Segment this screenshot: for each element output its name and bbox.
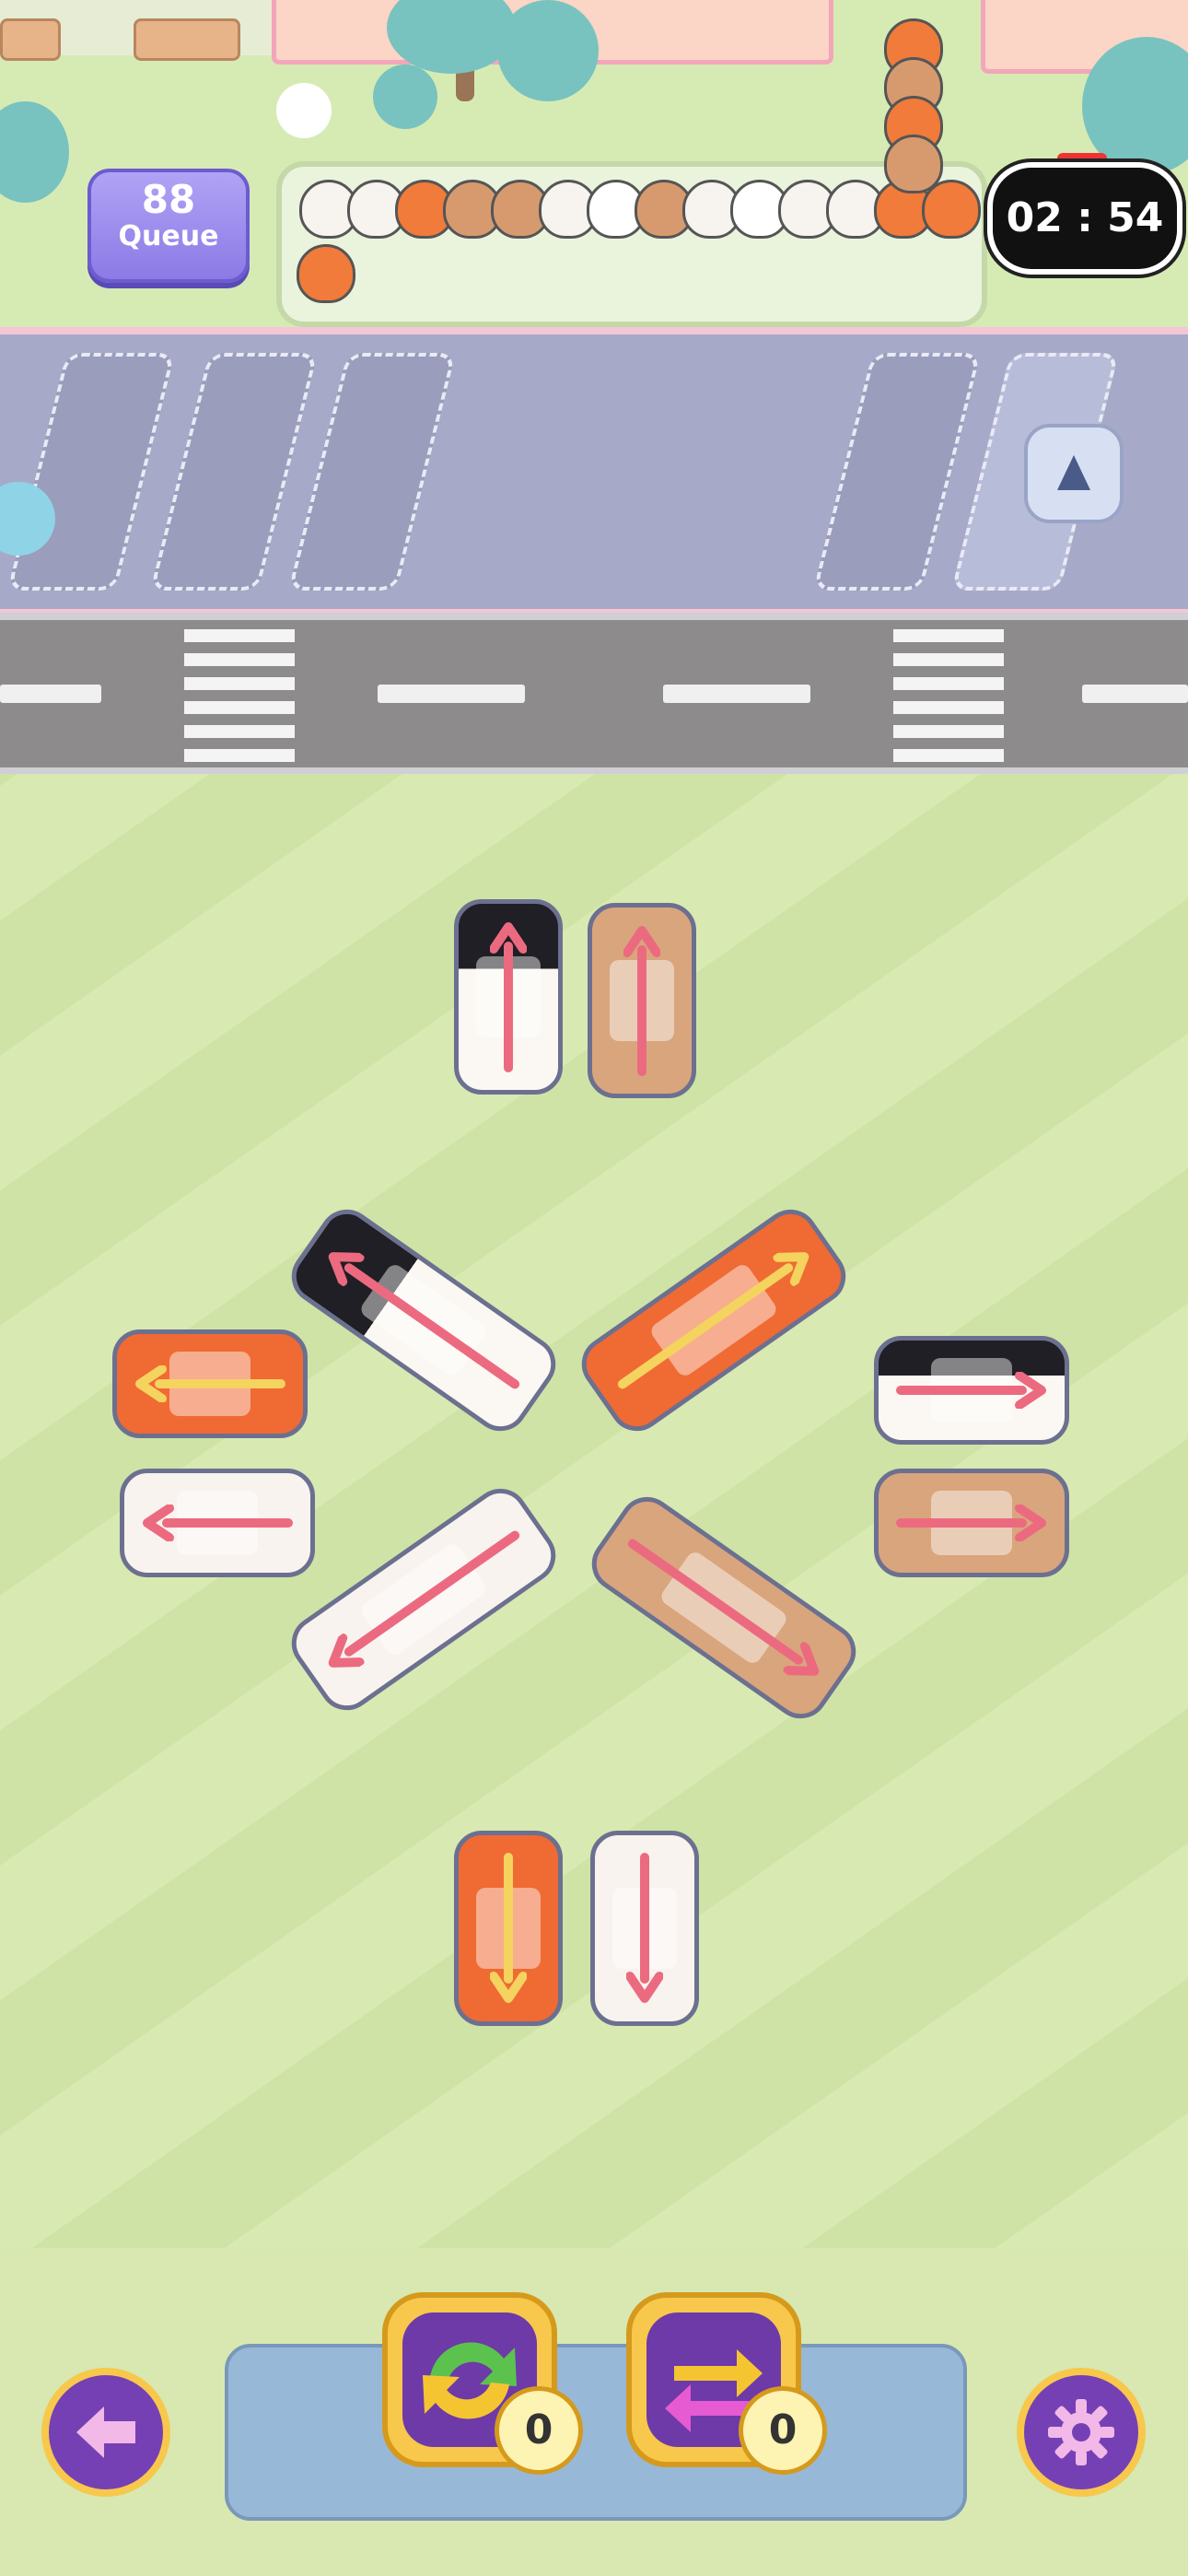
- panda-car[interactable]: [454, 899, 563, 1095]
- parking-slot[interactable]: [6, 353, 176, 591]
- queue-label: Queue: [118, 220, 219, 252]
- settings-button[interactable]: [1017, 2368, 1146, 2497]
- tree: [0, 101, 69, 203]
- bush: [373, 64, 437, 129]
- town-scene: 88 Queue 02 : 54: [0, 0, 1188, 327]
- lane-marking: [663, 685, 810, 703]
- bunny-car[interactable]: [590, 1831, 699, 2026]
- lane-marking: [1082, 685, 1188, 703]
- direction-arrow-icon: [135, 1365, 285, 1402]
- flower-icon: [276, 83, 332, 138]
- shuffle-count-badge: 0: [495, 2386, 583, 2475]
- timer: 02 : 54: [987, 162, 1182, 275]
- road: [0, 613, 1188, 775]
- crosswalk: [893, 629, 1004, 762]
- arrow-left-icon: [76, 2406, 135, 2458]
- bench: [134, 18, 240, 61]
- gear-icon: [1048, 2399, 1114, 2465]
- panda-car[interactable]: [874, 1336, 1069, 1445]
- lane-marking: [0, 685, 101, 703]
- fox-car[interactable]: [454, 1831, 563, 2026]
- bear-car[interactable]: [874, 1469, 1069, 1577]
- booster-bar: [225, 2344, 967, 2521]
- parking-slot[interactable]: [149, 353, 319, 591]
- waiting-animal: [884, 135, 943, 193]
- parking-lot: [0, 327, 1188, 616]
- parking-slot[interactable]: [812, 353, 982, 591]
- lane-marking: [378, 685, 525, 703]
- tree: [497, 0, 599, 101]
- direction-arrow-icon: [896, 1505, 1046, 1541]
- bear-car[interactable]: [588, 903, 696, 1098]
- queue-badge: 88 Queue: [87, 169, 250, 283]
- direction-arrow-icon: [626, 1853, 663, 2003]
- direction-arrow-icon: [896, 1372, 1046, 1409]
- bunny-car[interactable]: [120, 1469, 315, 1577]
- back-button[interactable]: [41, 2368, 170, 2497]
- direction-arrow-icon: [623, 926, 660, 1076]
- queue-count: 88: [141, 177, 196, 222]
- video-ad-icon[interactable]: [1024, 424, 1124, 523]
- direction-arrow-icon: [143, 1505, 293, 1541]
- direction-arrow-icon: [490, 922, 527, 1072]
- fox-car[interactable]: [112, 1329, 308, 1438]
- crosswalk: [184, 629, 295, 762]
- bench: [0, 18, 61, 61]
- parking-slot[interactable]: [287, 353, 457, 591]
- waiting-animal: [297, 244, 355, 303]
- swap-count-badge: 0: [739, 2386, 827, 2475]
- direction-arrow-icon: [490, 1853, 527, 2003]
